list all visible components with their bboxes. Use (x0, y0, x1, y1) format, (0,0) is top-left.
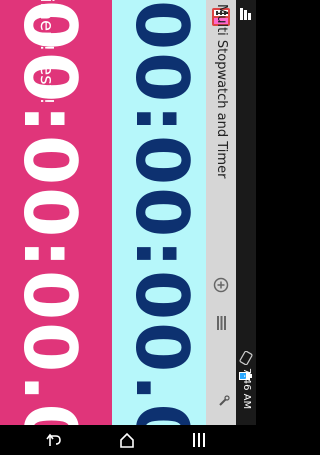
recent-apps-icon[interactable] (187, 429, 211, 451)
app-title: Multi Stopwatch and Timer (214, 4, 229, 179)
stopwatch-time: 00:00:00.00 (120, 0, 204, 455)
timer-time-left: 00:00:00.00 (8, 0, 92, 455)
add-icon[interactable] (211, 275, 231, 295)
status-bar: 7:46 AM (236, 0, 256, 425)
wrench-icon (216, 393, 232, 409)
menu-icon[interactable] (211, 313, 231, 333)
timer-panel-left[interactable]: Timer ! test ! 00:00:00.00 (0, 0, 112, 455)
signal-icon (238, 6, 254, 22)
back-icon[interactable] (43, 429, 67, 451)
nav-bar (0, 425, 256, 455)
screen-rotation-icon (238, 350, 254, 366)
app-screen: Timer ! test ! 00:00:00.00 00:00:00.00 M… (0, 0, 256, 455)
status-time: 7:46 AM (241, 368, 252, 410)
home-icon[interactable] (115, 429, 139, 451)
action-bar: Multi Stopwatch and Timer (206, 0, 236, 425)
stopwatch-panel[interactable]: 00:00:00.00 (112, 0, 206, 455)
